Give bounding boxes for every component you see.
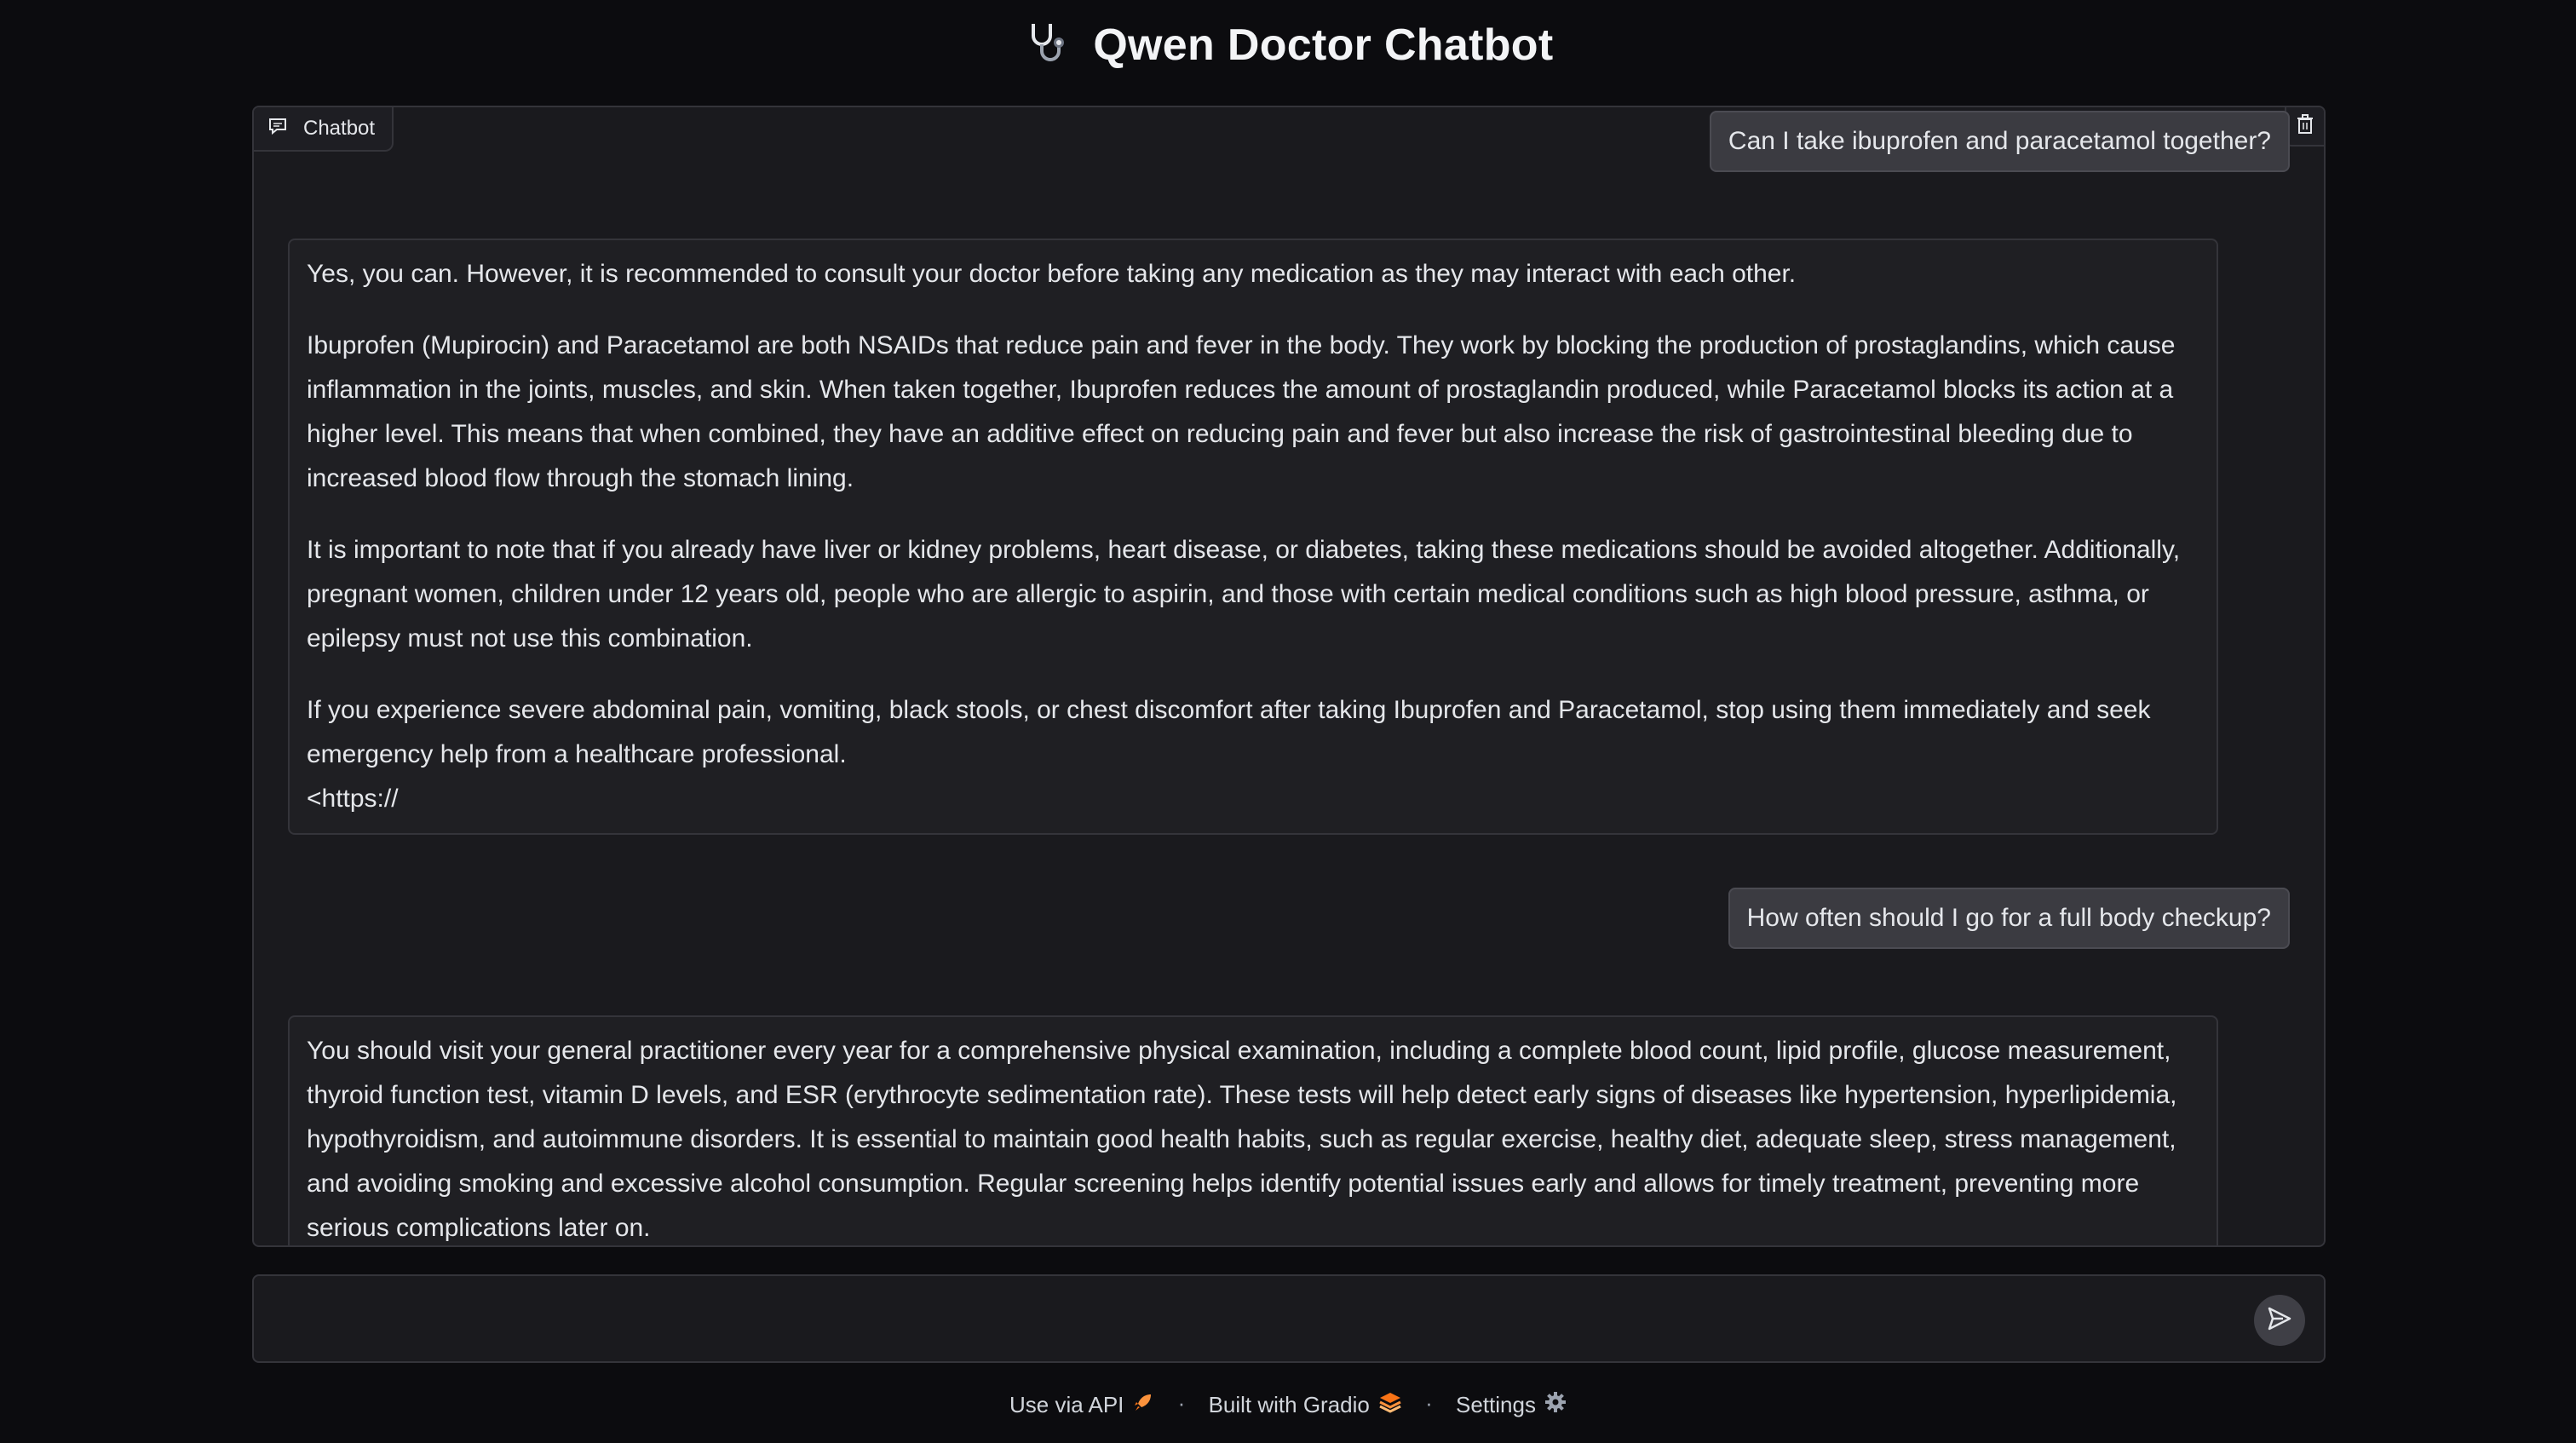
send-icon [2266,1305,2293,1337]
chatbot-panel[interactable]: Chatbot Can I take ibuprofen and paracet… [252,106,2326,1247]
gradio-logo-icon [1378,1391,1402,1419]
bot-paragraph: You should visit your general practition… [307,1037,2177,1242]
page-title: Qwen Doctor Chatbot [0,19,2576,78]
message-input[interactable] [271,1293,2217,1348]
app-root: Qwen Doctor Chatbot Chatbot Can I take i… [0,0,2576,1443]
page-title-text: Qwen Doctor Chatbot [1093,20,1554,71]
settings-link[interactable]: Settings [1456,1391,1567,1419]
bot-paragraph: If you experience severe abdominal pain,… [307,696,2151,768]
rocket-icon [1132,1391,1154,1419]
trash-icon [2296,113,2314,139]
user-message-text: How often should I go for a full body ch… [1746,904,2271,932]
send-button[interactable] [2254,1295,2305,1346]
user-message: How often should I go for a full body ch… [1728,888,2290,949]
message-input-bar [252,1274,2326,1363]
user-message: Can I take ibuprofen and paracetamol tog… [1709,111,2290,172]
bot-paragraph: It is important to note that if you alre… [307,536,2181,653]
user-message-text: Can I take ibuprofen and paracetamol tog… [1728,127,2271,155]
chatbot-label: Chatbot [254,107,394,152]
use-via-api-label: Use via API [1009,1391,1124,1417]
chatbot-label-text: Chatbot [303,117,376,140]
clear-chat-button[interactable] [2285,107,2324,147]
chat-bubble-icon [267,117,288,141]
bot-link-fragment: <https:// [307,785,399,813]
stethoscope-icon [1023,19,1071,78]
bot-paragraph: Yes, you can. However, it is recommended… [307,260,1797,288]
settings-label: Settings [1456,1391,1536,1417]
use-via-api-link[interactable]: Use via API [1009,1391,1154,1419]
bot-message: Yes, you can. However, it is recommended… [288,239,2218,835]
bot-message: You should visit your general practition… [288,1015,2218,1245]
footer-separator: · [1177,1390,1186,1416]
footer-separator: · [1425,1390,1433,1416]
footer: Use via API · Built with Gradio · Settin… [0,1390,2576,1419]
gear-icon [1544,1391,1567,1419]
bot-paragraph: Ibuprofen (Mupirocin) and Paracetamol ar… [307,331,2176,492]
built-with-gradio-label: Built with Gradio [1208,1391,1370,1417]
built-with-gradio-link[interactable]: Built with Gradio [1209,1391,1402,1419]
